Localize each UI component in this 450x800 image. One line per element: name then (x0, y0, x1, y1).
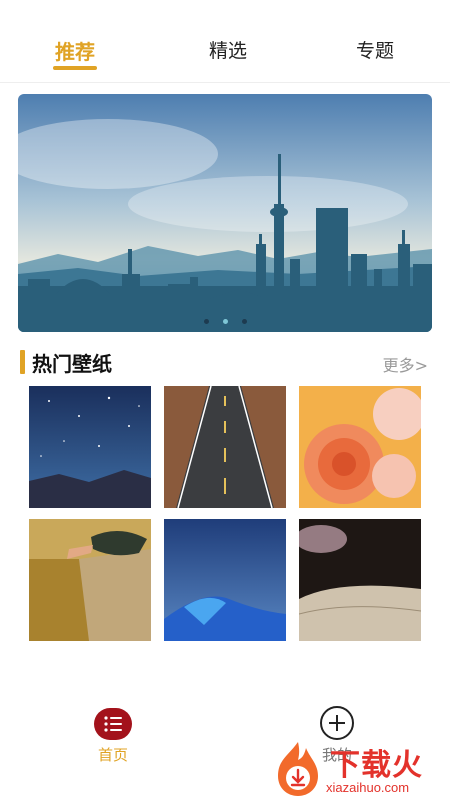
more-link[interactable]: 更多> (383, 352, 428, 376)
carousel-indicators (18, 319, 432, 324)
blue-tent-image (164, 519, 286, 641)
wallpaper-thumb-road[interactable] (164, 386, 286, 508)
open-book-image (299, 519, 421, 641)
wallpaper-thumb-cliff[interactable] (29, 519, 151, 641)
nav-home-label: 首页 (97, 746, 128, 764)
wallpaper-thumb-tent[interactable] (164, 519, 286, 641)
tab-recommended[interactable]: 推荐 (55, 36, 95, 65)
banner-carousel[interactable] (18, 94, 432, 332)
flame-download-icon (278, 742, 318, 796)
watermark-logo: 下载火 xiazaihuo.com (268, 738, 450, 800)
city-skyline-image (18, 94, 432, 332)
carousel-dot[interactable] (203, 319, 209, 324)
section-title: 热门壁纸 (32, 352, 112, 376)
list-icon (94, 708, 132, 740)
wallpaper-thumb-book[interactable] (299, 519, 421, 641)
active-tab-indicator (53, 66, 97, 70)
wallpaper-thumb-starry-night[interactable] (29, 386, 151, 508)
carousel-dot-active[interactable] (222, 319, 228, 324)
plus-circle-icon (320, 706, 354, 740)
nav-home[interactable]: 首页 (82, 708, 144, 765)
watermark-url: xiazaihuo.com (326, 780, 410, 795)
tab-featured[interactable]: 精选 (209, 36, 247, 63)
watermark-text: 下载火 (330, 748, 423, 783)
top-tab-bar: 推荐 精选 专题 (0, 0, 450, 83)
tab-topics[interactable]: 专题 (356, 36, 394, 63)
section-accent-bar (20, 350, 25, 374)
wallpaper-thumb-rose[interactable] (299, 386, 421, 508)
starry-night-image (29, 386, 151, 508)
desert-road-image (164, 386, 286, 508)
carousel-dot[interactable] (241, 319, 247, 324)
cliff-sitter-image (29, 519, 151, 641)
rose-image (299, 386, 421, 508)
